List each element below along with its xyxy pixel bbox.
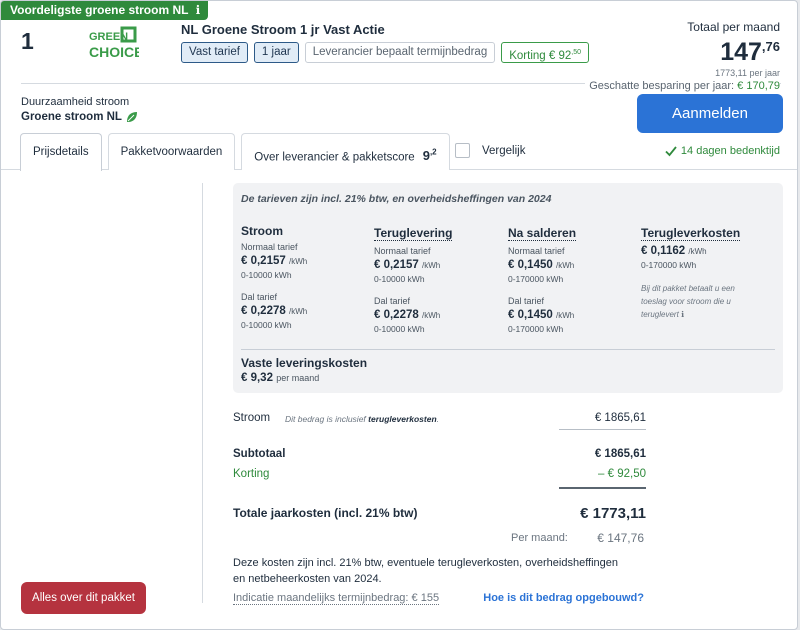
- rate-sub-label: Dal tarief: [241, 292, 278, 302]
- rate-range: 0-10000 kWh: [241, 320, 292, 330]
- info-icon[interactable]: ℹ: [196, 1, 201, 20]
- compare-checkbox[interactable]: [455, 143, 470, 158]
- compare-label: Vergelijk: [482, 144, 526, 157]
- rate-column-terugleverkosten: Terugleverkosten € 0,1162 /kWh 0-170000 …: [641, 224, 771, 321]
- info-icon[interactable]: ℹ: [681, 310, 684, 319]
- price-label: Totaal per maand: [687, 20, 780, 34]
- rate-column-title[interactable]: Na salderen: [508, 226, 577, 241]
- cost-row-total: Totale jaarkosten (incl. 21% btw) € 1773…: [233, 505, 646, 522]
- fixed-costs: Vaste leveringskosten € 9,32 per maand: [241, 356, 367, 384]
- leaf-icon: [126, 112, 137, 122]
- saving-label: Geschatte besparing per jaar:: [589, 80, 735, 92]
- cost-value: € 1865,61: [594, 412, 646, 424]
- subtotal-label: Subtotaal: [233, 448, 286, 460]
- rates-note: De tarieven zijn incl. 21% btw, en overh…: [241, 193, 552, 205]
- fixed-costs-value: € 9,32 per maand: [241, 372, 320, 384]
- greenchoice-logo: GREEN CHOICE: [87, 26, 143, 60]
- tag-discount: Korting € 92,50: [501, 42, 589, 63]
- rate-range: 0-170000 kWh: [641, 260, 697, 270]
- discount-row-value: – € 92,50: [598, 468, 646, 480]
- total-label: Totale jaarkosten (incl. 21% btw): [233, 506, 418, 520]
- cost-label: Stroom: [233, 412, 271, 424]
- cost-note: Dit bedrag is inclusief terugleverkosten…: [285, 414, 440, 424]
- cost-row-subtotaal: Subtotaal € 1865,61: [233, 448, 646, 460]
- termijnbedrag-indication[interactable]: Indicatie maandelijks termijnbedrag: € 1…: [233, 592, 440, 605]
- monthly-price: 147,76: [687, 38, 780, 67]
- tag-duration: 1 jaar: [253, 42, 299, 63]
- discount-cents: ,50: [571, 49, 581, 56]
- sum-line: [559, 429, 646, 430]
- saving-value: € 170,79: [737, 80, 780, 92]
- rate-range: 0-170000 kWh: [508, 274, 564, 284]
- per-month-value: € 147,76: [597, 531, 644, 545]
- rate-value: € 0,1162 /kWh: [641, 245, 707, 257]
- sustainability-label: Duurzaamheid stroom: [21, 96, 130, 108]
- aanmelden-button[interactable]: Aanmelden: [637, 94, 783, 133]
- cooling-off-label: 14 dagen bedenktijd: [680, 145, 780, 157]
- tab-prijsdetails[interactable]: Prijsdetails: [20, 133, 102, 171]
- alles-over-pakket-button[interactable]: Alles over dit pakket: [21, 582, 146, 614]
- package-score: 9,2: [422, 148, 437, 164]
- estimated-saving: Geschatte besparing per jaar: € 170,79: [585, 80, 780, 92]
- tab-over-leverancier-label: Over leverancier & pakketscore: [254, 151, 415, 164]
- total-line: [559, 487, 646, 489]
- rate-value: € 0,1450 /kWh: [508, 309, 575, 321]
- rates-divider: [241, 349, 775, 350]
- rate-column-title: Stroom: [241, 224, 283, 238]
- promo-label: Voordeligste groene stroom NL: [10, 3, 189, 17]
- tab-bar: Prijsdetails Pakketvoorwaarden Over leve…: [20, 133, 450, 171]
- rate-column-title[interactable]: Teruglevering: [374, 226, 453, 241]
- rate-sub-label: Normaal tarief: [374, 246, 431, 256]
- rate-range: 0-10000 kWh: [374, 274, 425, 284]
- how-is-amount-built-link[interactable]: Hoe is dit bedrag opgebouwd?: [483, 592, 644, 604]
- rate-sub-label: Normaal tarief: [241, 242, 298, 252]
- check-icon: [665, 146, 677, 157]
- discount-label: Korting € 92: [509, 49, 572, 62]
- product-tags: Vast tarief 1 jaar Leverancier bepaalt t…: [181, 42, 589, 63]
- tab-over-leverancier[interactable]: Over leverancier & pakketscore 9,2: [241, 133, 450, 170]
- cooling-off-period: 14 dagen bedenktijd: [665, 145, 780, 157]
- rate-column-stroom: Stroom Normaal tarief € 0,2157 /kWh 0-10…: [241, 224, 371, 330]
- sustainability-text: Groene stroom NL: [21, 111, 122, 123]
- rate-range: 0-10000 kWh: [241, 270, 292, 280]
- rate-sub-label: Dal tarief: [508, 296, 545, 306]
- rate-column-title[interactable]: Terugleverkosten: [641, 226, 741, 241]
- rate-value: € 0,1450 /kWh: [508, 259, 575, 271]
- fixed-costs-title: Vaste leveringskosten: [241, 356, 368, 370]
- monthly-price-main: 147: [720, 38, 762, 66]
- tag-termijnbedrag: Leverancier bepaalt termijnbedrag: [304, 42, 496, 63]
- rate-column-teruglevering: Teruglevering Normaal tarief € 0,2157 /k…: [374, 224, 504, 334]
- logo-text-2: CHOICE: [89, 44, 139, 60]
- costs-footnote: Deze kosten zijn incl. 21% btw, eventuel…: [233, 557, 619, 585]
- rate-column-na-salderen: Na salderen Normaal tarief € 0,1450 /kWh…: [508, 224, 638, 334]
- rates-panel: De tarieven zijn incl. 21% btw, en overh…: [233, 183, 783, 393]
- rate-sub-label: Dal tarief: [374, 296, 411, 306]
- rate-value: € 0,2157 /kWh: [241, 255, 308, 267]
- price-summary: Totaal per maand 147,76 1773,11 per jaar: [687, 20, 780, 78]
- tag-vast-tarief: Vast tarief: [181, 42, 248, 63]
- tab-pakketvoorwaarden[interactable]: Pakketvoorwaarden: [107, 133, 236, 170]
- cost-row-stroom: Stroom Dit bedrag is inclusief terugleve…: [233, 412, 646, 424]
- terugleverkosten-note: Bij dit pakket betaalt u een toeslag voo…: [641, 284, 735, 319]
- total-value: € 1773,11: [580, 505, 646, 522]
- rate-range: 0-170000 kWh: [508, 324, 564, 334]
- per-month-label: Per maand:: [511, 532, 568, 544]
- side-divider: [202, 183, 203, 603]
- product-title[interactable]: NL Groene Stroom 1 jr Vast Actie: [181, 22, 385, 37]
- monthly-price-cents: ,76: [761, 39, 780, 54]
- package-card: Voordeligste groene stroom NL ℹ 1 GREEN …: [0, 0, 798, 630]
- rate-value: € 0,2278 /kWh: [241, 305, 308, 317]
- cost-row-korting: Korting – € 92,50: [233, 468, 646, 480]
- subtotal-value: € 1865,61: [594, 448, 646, 460]
- yearly-price: 1773,11 per jaar: [715, 68, 780, 78]
- rate-sub-label: Normaal tarief: [508, 246, 565, 256]
- rate-range: 0-10000 kWh: [374, 324, 425, 334]
- compare-control[interactable]: Vergelijk: [455, 143, 525, 158]
- promo-badge: Voordeligste groene stroom NL ℹ: [1, 1, 209, 20]
- discount-row-label: Korting: [233, 468, 270, 480]
- sustainability-value: Groene stroom NL: [21, 111, 138, 123]
- rate-value: € 0,2157 /kWh: [374, 259, 441, 271]
- rank-number: 1: [21, 28, 34, 54]
- rate-value: € 0,2278 /kWh: [374, 309, 441, 321]
